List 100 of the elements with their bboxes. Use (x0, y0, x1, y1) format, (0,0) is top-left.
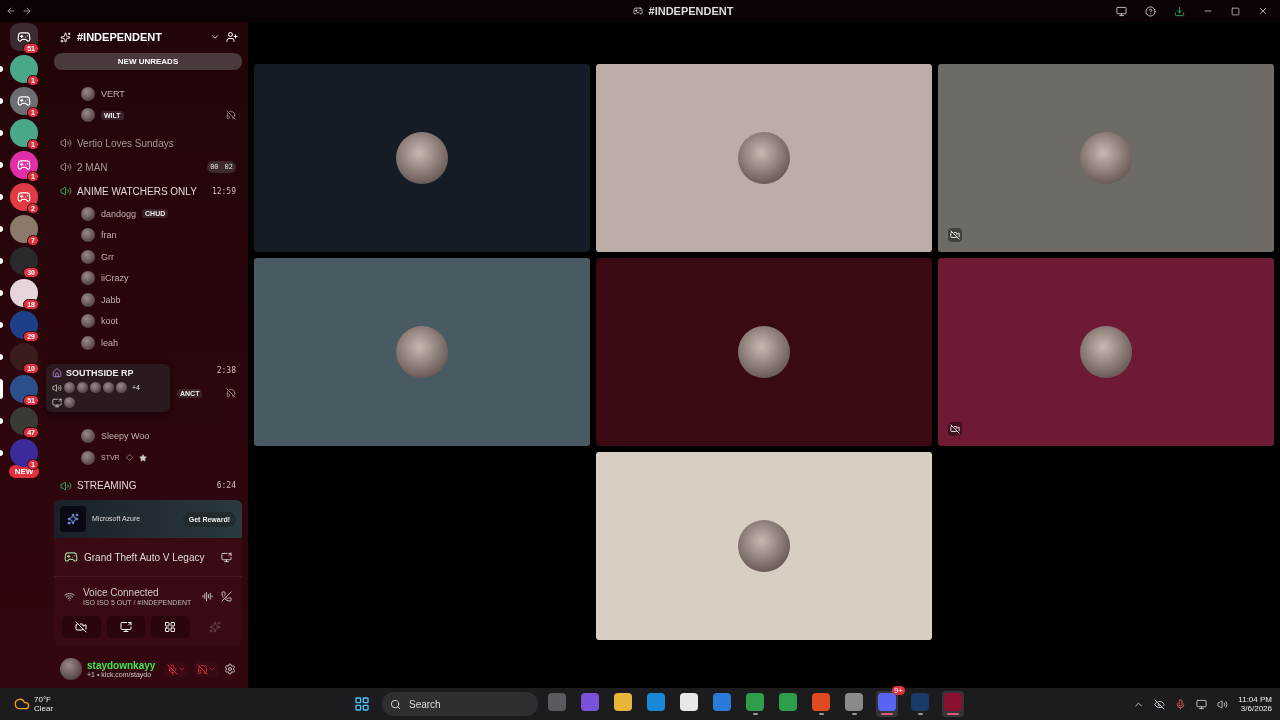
mic-off-icon (167, 663, 178, 675)
member-name[interactable]: VERT (101, 88, 125, 99)
video-tile[interactable] (596, 64, 932, 252)
user-avatar (64, 382, 75, 393)
settings-icon[interactable] (224, 663, 236, 675)
participant-avatar (1080, 326, 1132, 378)
forward-icon[interactable] (22, 6, 32, 16)
invite-icon[interactable] (226, 31, 238, 43)
app-icon[interactable] (746, 693, 764, 711)
server-icon (52, 368, 62, 378)
server-icon[interactable] (10, 87, 38, 115)
participant-avatar (738, 520, 790, 572)
participant-avatar (396, 326, 448, 378)
video-tile[interactable] (938, 64, 1274, 252)
disconnect-icon[interactable] (221, 591, 232, 602)
user-avatar (81, 450, 95, 465)
participant-avatar (738, 132, 790, 184)
app-icon[interactable] (614, 693, 632, 711)
server-name[interactable]: #INDEPENDENT (77, 31, 204, 43)
help-icon[interactable] (1145, 5, 1156, 17)
server-icon[interactable] (10, 23, 38, 51)
new-unreads-banner[interactable]: NEW UNREADS (54, 53, 242, 70)
video-tile[interactable] (596, 452, 932, 640)
microphone-icon[interactable] (1175, 698, 1187, 710)
stream-icon[interactable] (221, 551, 232, 563)
server-icon[interactable] (10, 311, 38, 339)
unread-indicator (0, 226, 3, 232)
volume-icon[interactable] (1217, 698, 1229, 710)
server-icon[interactable] (10, 119, 38, 147)
clock[interactable]: 11:04 PM 3/6/2026 (1238, 695, 1272, 713)
video-tile[interactable] (254, 258, 590, 446)
chevron-down-icon[interactable] (210, 32, 220, 42)
download-icon[interactable] (1174, 5, 1185, 17)
user-avatar (81, 206, 95, 221)
weather-condition: Clear (34, 704, 54, 713)
voice-channel-name[interactable]: Vertio Loves Sundays (77, 137, 236, 149)
user-avatar (81, 292, 95, 307)
member-name[interactable]: Grr (101, 251, 114, 262)
search-field[interactable]: Search (382, 692, 538, 716)
tray-icon[interactable] (1154, 698, 1166, 710)
network-icon[interactable] (1196, 698, 1208, 710)
user-avatar (60, 658, 82, 680)
unread-indicator (0, 450, 3, 456)
server-icon[interactable] (10, 375, 38, 403)
unread-indicator (0, 418, 3, 424)
server-icon[interactable] (10, 279, 38, 307)
share-screen-button[interactable] (106, 616, 145, 638)
mute-button[interactable] (164, 661, 189, 677)
server-icon[interactable] (10, 183, 38, 211)
chevron-down-icon (178, 665, 186, 673)
grid-icon (164, 621, 177, 633)
server-icon[interactable] (10, 407, 38, 435)
camera-button[interactable] (62, 616, 101, 638)
elapsed-time: 2:38 (216, 366, 236, 375)
speaker-icon (60, 185, 72, 197)
app-icon[interactable] (680, 693, 698, 711)
member-name[interactable]: koot (101, 316, 118, 327)
user-avatar (81, 249, 95, 264)
server-icon[interactable] (10, 343, 38, 371)
member-name[interactable]: Jabb (101, 294, 121, 305)
server-icon[interactable] (10, 55, 38, 83)
soundboard-icon[interactable] (202, 591, 213, 602)
member-name[interactable]: dandogg (101, 208, 137, 219)
member-name[interactable]: Sleepy Woo (101, 431, 150, 442)
app-icon[interactable] (581, 693, 599, 711)
video-tile[interactable] (254, 64, 590, 252)
voice-channel-name[interactable]: STREAMING (77, 480, 212, 491)
video-tile[interactable] (596, 258, 932, 446)
start-icon[interactable] (354, 696, 370, 712)
unread-indicator (0, 322, 3, 328)
member-name[interactable]: iiCrazy (101, 273, 129, 284)
activities-button[interactable] (151, 616, 190, 638)
user-avatar (116, 382, 127, 393)
server-icon[interactable] (10, 151, 38, 179)
video-tile[interactable] (938, 258, 1274, 446)
deafen-button[interactable] (194, 661, 219, 677)
server-icon[interactable] (10, 247, 38, 275)
user-avatar (81, 335, 95, 350)
video-off-icon (75, 621, 88, 633)
server-icon (632, 6, 643, 16)
unread-indicator (0, 290, 3, 296)
unread-indicator (0, 66, 3, 72)
close-icon[interactable] (1258, 6, 1268, 16)
app-icon[interactable] (647, 693, 665, 711)
back-icon[interactable] (6, 6, 16, 16)
star-icon (138, 453, 147, 462)
app-icon[interactable] (779, 693, 797, 711)
maximize-icon[interactable] (1231, 6, 1240, 16)
voice-channel-name[interactable]: 2 MAN (77, 161, 203, 173)
window-title: #INDEPENDENT (648, 5, 734, 17)
screen-share-icon (119, 621, 132, 633)
app-icon[interactable] (812, 693, 830, 711)
app-icon[interactable] (713, 693, 731, 711)
app-icon[interactable] (845, 693, 863, 711)
member-name[interactable]: leah (101, 337, 118, 348)
voice-channel-name[interactable]: ANIME WATCHERS ONLY (77, 185, 207, 197)
unread-indicator (0, 194, 3, 200)
member-name[interactable]: fran (101, 230, 117, 241)
weather-icon[interactable] (14, 696, 30, 712)
participant-avatar (396, 132, 448, 184)
